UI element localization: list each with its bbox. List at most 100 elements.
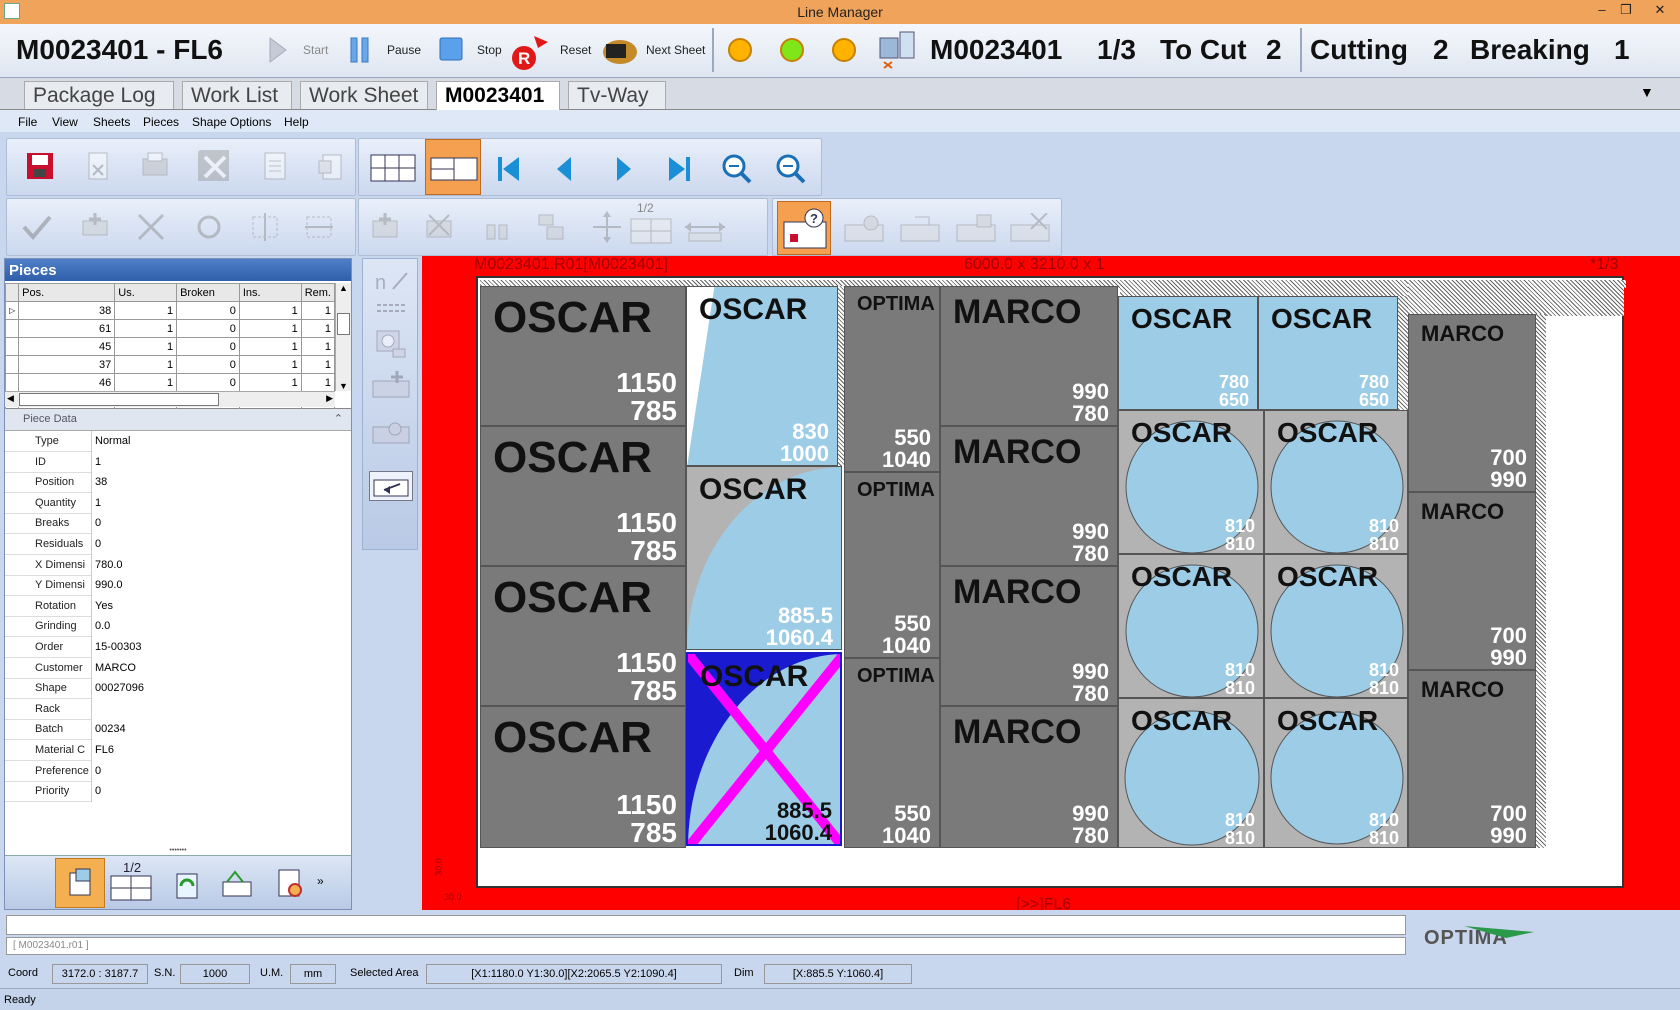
glass-piece[interactable]: OPTIMA 550 1040 <box>844 472 940 658</box>
glass-piece[interactable]: MARCO 990 780 <box>940 426 1118 566</box>
menu-sheets[interactable]: Sheets <box>93 115 130 129</box>
pause-button[interactable] <box>348 36 372 66</box>
menu-file[interactable]: File <box>18 115 37 129</box>
half-split-icon[interactable] <box>629 217 673 249</box>
shape-hand-icon[interactable] <box>899 213 943 245</box>
glass-piece[interactable]: OSCAR 1150 785 <box>480 426 686 566</box>
property-value[interactable]: 0 <box>91 781 351 803</box>
glass-piece[interactable]: OSCAR 810 810 <box>1264 410 1408 554</box>
stack-icon[interactable] <box>481 211 513 243</box>
table-row[interactable]: 61 1 0 1 1 <box>4 319 336 338</box>
property-value[interactable]: 1 <box>91 451 351 473</box>
menu-shape-options[interactable]: Shape Options <box>192 115 271 129</box>
glass-piece[interactable]: MARCO 990 780 <box>940 566 1118 706</box>
tab-work-sheet[interactable]: Work Sheet <box>300 81 428 109</box>
collapse-icon[interactable]: ⌃ <box>334 412 343 425</box>
property-row[interactable]: Shape 00027096 <box>5 678 351 700</box>
property-row[interactable]: Priority 0 <box>5 781 351 803</box>
tab-work-list[interactable]: Work List <box>182 81 292 109</box>
grid-view-icon[interactable] <box>369 153 419 185</box>
property-value[interactable]: 780.0 <box>91 554 351 576</box>
glass-piece[interactable]: OSCAR 1150 785 <box>480 566 686 706</box>
property-value[interactable]: MARCO <box>91 657 351 679</box>
piece-info-button[interactable]: ? <box>777 201 831 255</box>
save-icon[interactable] <box>25 151 57 183</box>
property-value[interactable] <box>91 698 351 720</box>
glass-sheet[interactable]: OSCAR 1150 785 OSCAR 1150 785 OSCAR 1150 785 OSCA… <box>476 276 1626 888</box>
restore-button[interactable]: ❐ <box>1614 2 1638 20</box>
glass-piece[interactable]: OSCAR 1150 785 <box>480 286 686 426</box>
glass-piece[interactable]: OSCAR 885.5 1060.4 <box>686 466 842 650</box>
reset-button[interactable]: R <box>508 28 552 72</box>
property-row[interactable]: X Dimensi 780.0 <box>5 554 351 576</box>
property-value[interactable]: 0 <box>91 760 351 782</box>
property-value[interactable]: 00234 <box>91 719 351 741</box>
add-cut-icon[interactable] <box>369 211 401 243</box>
add-piece-icon[interactable] <box>79 211 111 243</box>
table-row[interactable]: ▷ 38 1 0 1 1 <box>4 301 336 320</box>
glass-piece[interactable]: MARCO 700 990 <box>1408 314 1536 492</box>
property-row[interactable]: Grinding 0.0 <box>5 616 351 638</box>
menu-view[interactable]: View <box>52 115 78 129</box>
property-value[interactable]: 38 <box>91 472 351 494</box>
tab-dropdown-icon[interactable]: ▼ <box>1640 84 1654 100</box>
property-value[interactable]: Yes <box>91 595 351 617</box>
remove-piece-icon[interactable] <box>135 211 167 243</box>
property-row[interactable]: Rack <box>5 698 351 720</box>
recycle-icon[interactable] <box>171 868 203 900</box>
tab-package-log[interactable]: Package Log <box>24 81 174 109</box>
glass-piece[interactable]: MARCO 990 780 <box>940 706 1118 848</box>
property-row[interactable]: Type Normal <box>5 431 351 452</box>
merge-icon[interactable] <box>535 211 567 243</box>
stretch-icon[interactable] <box>683 213 727 245</box>
check-icon[interactable] <box>21 211 53 243</box>
split-vertical-icon[interactable] <box>249 211 281 243</box>
property-row[interactable]: Breaks 0 <box>5 513 351 535</box>
glass-rack-icon[interactable] <box>219 868 255 900</box>
shape-edit-icon[interactable] <box>843 213 887 245</box>
next-sheet-button[interactable] <box>600 34 640 68</box>
glass-piece[interactable]: OSCAR 830 1000 <box>686 286 838 466</box>
glass-piece[interactable]: OSCAR 810 810 <box>1264 698 1408 848</box>
sheet-view-button[interactable] <box>425 139 481 195</box>
property-row[interactable]: Quantity 1 <box>5 492 351 514</box>
glass-piece[interactable]: MARCO 700 990 <box>1408 492 1536 670</box>
glass-piece[interactable]: OPTIMA 550 1040 <box>844 286 940 472</box>
first-sheet-icon[interactable] <box>493 153 525 185</box>
glass-piece[interactable]: OSCAR 780 650 <box>1258 296 1398 410</box>
property-row[interactable]: Position 38 <box>5 472 351 494</box>
property-value[interactable]: 15-00303 <box>91 637 351 658</box>
col-header[interactable]: Pos. <box>18 283 116 302</box>
glass-piece[interactable]: MARCO 700 990 <box>1408 670 1536 848</box>
col-header[interactable]: Rem. <box>300 283 336 302</box>
stop-button[interactable] <box>438 36 464 66</box>
shape-delete-icon[interactable] <box>1009 213 1053 245</box>
camera-tool-icon[interactable] <box>373 325 409 361</box>
undo-shape-button[interactable] <box>369 471 413 501</box>
remove-cut-icon[interactable] <box>423 211 455 243</box>
piece-data-header[interactable]: Piece Data ⌃ <box>5 409 351 431</box>
last-sheet-icon[interactable] <box>663 153 695 185</box>
splitter-grip[interactable]: ••••••• <box>5 847 351 855</box>
tab-m0023401[interactable]: M0023401 <box>436 81 560 111</box>
glass-piece[interactable]: OSCAR 810 810 <box>1264 554 1408 698</box>
property-value[interactable]: 00027096 <box>91 678 351 700</box>
tab-tv-way[interactable]: Tv-Way <box>568 81 666 109</box>
property-value[interactable]: 0 <box>91 534 351 555</box>
draw-line-icon[interactable]: n <box>373 267 409 295</box>
shape-save-icon[interactable] <box>955 213 999 245</box>
glass-piece[interactable]: OSCAR 810 810 <box>1118 410 1264 554</box>
glass-piece[interactable]: OSCAR 780 650 <box>1118 296 1258 410</box>
delete-icon[interactable] <box>197 149 229 181</box>
previous-sheet-icon[interactable] <box>549 153 581 185</box>
glass-piece[interactable]: OSCAR 1150 785 <box>480 706 686 848</box>
document-icon[interactable] <box>259 151 291 183</box>
zoom-in-icon[interactable] <box>721 153 753 185</box>
property-row[interactable]: Customer MARCO <box>5 657 351 679</box>
edit-shape-icon[interactable] <box>369 415 413 449</box>
piece-view-button[interactable] <box>55 858 105 908</box>
menu-pieces[interactable]: Pieces <box>143 115 179 129</box>
split-horizontal-icon[interactable] <box>303 211 335 243</box>
glass-piece[interactable]: OSCAR 810 810 <box>1118 698 1264 848</box>
property-row[interactable]: Batch 00234 <box>5 719 351 741</box>
